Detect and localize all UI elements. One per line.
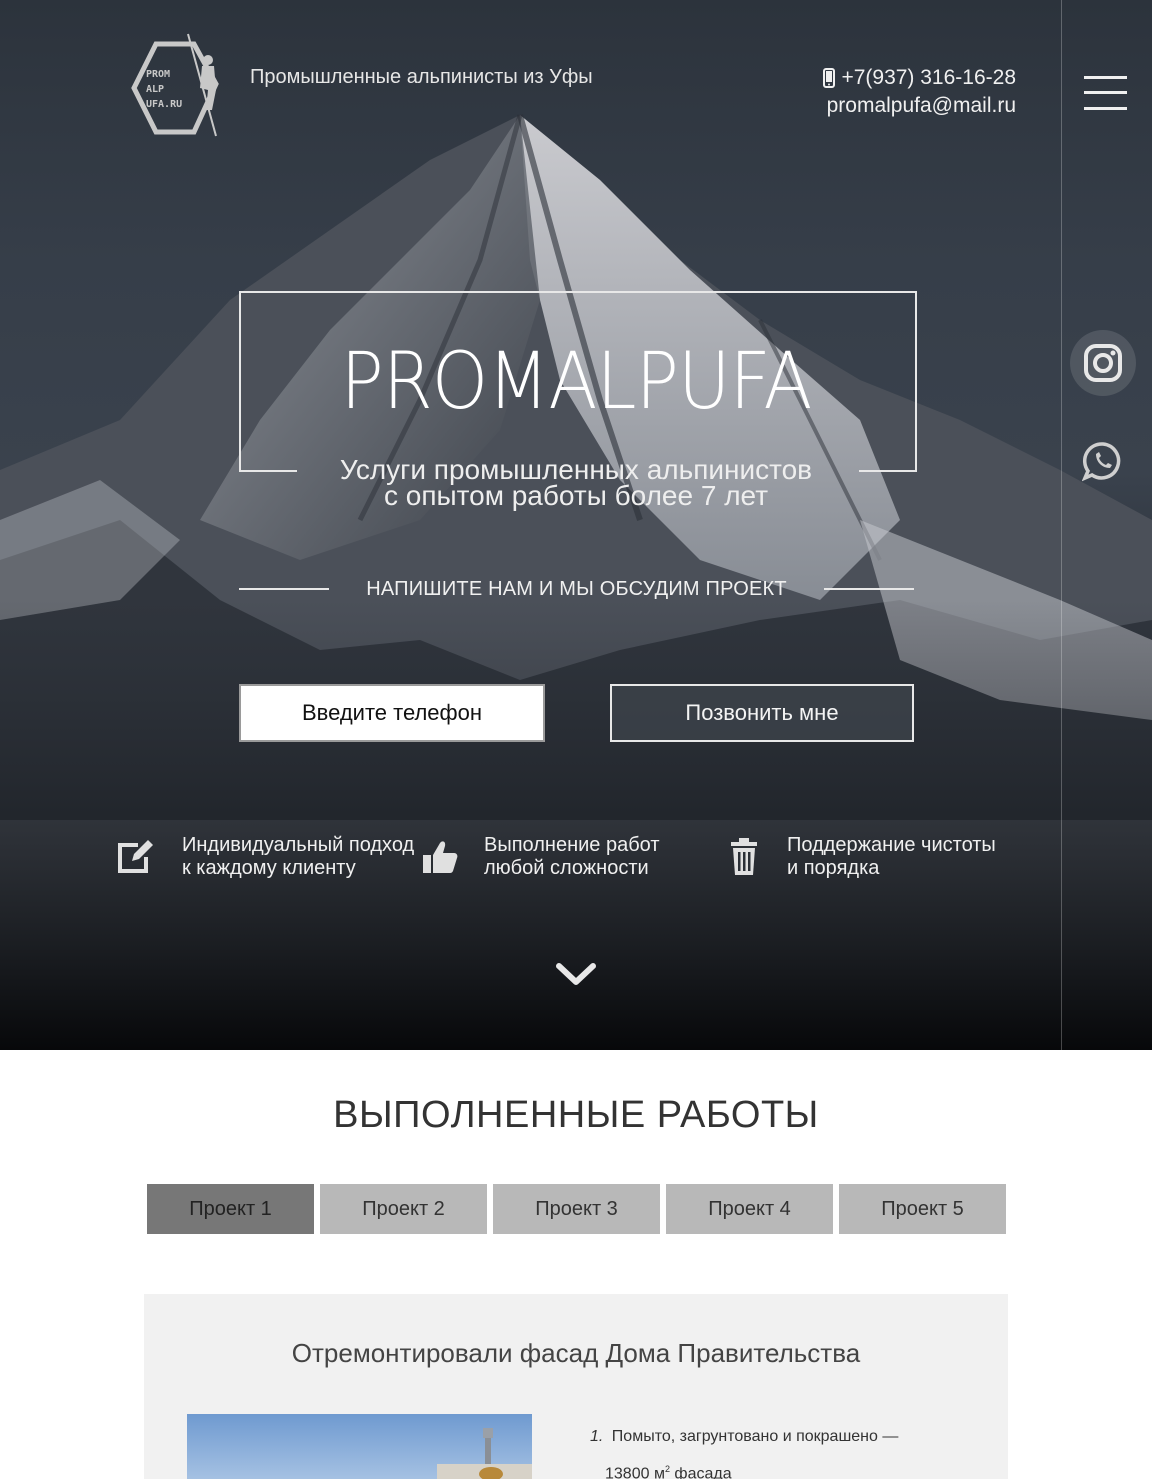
phone-line[interactable]: +7(937) 316-16-28 (823, 64, 1016, 92)
hamburger-menu-button[interactable] (1084, 76, 1127, 110)
feature-item-complexity: Выполнение работ любой сложности (420, 834, 660, 880)
feature-label-line2: к каждому клиенту (182, 857, 356, 879)
list-item-number: 1. (590, 1428, 604, 1445)
svg-text:UFA.RU: UFA.RU (146, 99, 182, 110)
edit-icon (118, 840, 153, 873)
phone-number-link[interactable]: +7(937) 316-16-28 (841, 64, 1016, 92)
project-title: Отремонтировали фасад Дома Правительства (291, 1338, 861, 1368)
list-item: 1. Помыто, загрунтовано и покрашено — (590, 1420, 970, 1453)
email-link[interactable]: promalpufa@mail.ru (823, 92, 1016, 120)
project-panel: Отремонтировали фасад Дома Правительства… (144, 1294, 1008, 1479)
area-value: 13800 м (605, 1465, 665, 1479)
company-logo[interactable]: PROM ALP UFA.RU (128, 32, 228, 138)
tab-project-1[interactable]: Проект 1 (147, 1184, 314, 1234)
header-contacts: +7(937) 316-16-28 promalpufa@mail.ru (823, 64, 1016, 120)
mobile-phone-icon (823, 68, 836, 88)
company-tagline: Промышленные альпинисты из Уфы (250, 66, 593, 88)
features-row: Индивидуальный подход к каждому клиенту … (0, 834, 1152, 894)
thumbs-up-icon (423, 841, 458, 873)
feature-item-cleanliness: Поддержание чистоты и порядка (724, 834, 996, 880)
cta-dash-left (239, 588, 329, 590)
feature-label-line1: Поддержание чистоты (787, 834, 996, 856)
svg-text:PROM: PROM (146, 69, 170, 80)
tab-project-5[interactable]: Проект 5 (839, 1184, 1006, 1234)
phone-input[interactable] (239, 684, 545, 742)
list-item-continuation: 13800 м2 фасада (590, 1453, 970, 1479)
hero-subtitle-line2: с опытом работы более 7 лет (383, 480, 769, 511)
project-facts-list: 1. Помыто, загрунтовано и покрашено — 13… (590, 1420, 970, 1479)
feature-item-individual: Индивидуальный подход к каждому клиенту (114, 834, 414, 880)
hero-section: PROM ALP UFA.RU Промышленные альпинисты … (0, 0, 1152, 1050)
feature-label-line2: и порядка (787, 857, 880, 879)
list-item-text: Помыто, загрунтовано и покрашено — (611, 1428, 899, 1445)
hero-brand-title: PROMALPUFA (340, 337, 813, 427)
trash-icon (731, 838, 757, 875)
feature-label-line2: любой сложности (484, 857, 649, 879)
scroll-down-chevron-icon[interactable] (555, 960, 597, 990)
tab-project-2[interactable]: Проект 2 (320, 1184, 487, 1234)
tab-project-4[interactable]: Проект 4 (666, 1184, 833, 1234)
hero-subtitle: Услуги промышленных альпинистов с опытом… (0, 456, 1152, 511)
cta-heading: НАПИШИТЕ НАМ И МЫ ОБСУДИМ ПРОЕКТ (239, 575, 914, 603)
project-tabs: Проект 1 Проект 2 Проект 3 Проект 4 Прое… (147, 1184, 1006, 1234)
area-suffix: фасада (669, 1465, 732, 1479)
works-section-title: ВЫПОЛНЕННЫЕ РАБОТЫ (333, 1094, 819, 1136)
feature-label-line1: Выполнение работ (484, 834, 660, 856)
cta-dash-right (823, 588, 914, 590)
cta-text: НАПИШИТЕ НАМ И МЫ ОБСУДИМ ПРОЕКТ (366, 577, 787, 600)
svg-text:ALP: ALP (146, 84, 164, 95)
call-me-button[interactable]: Позвонить мне (610, 684, 914, 742)
feature-label-line1: Индивидуальный подход (182, 834, 415, 856)
tab-project-3[interactable]: Проект 3 (493, 1184, 660, 1234)
project-photo[interactable] (187, 1414, 532, 1479)
